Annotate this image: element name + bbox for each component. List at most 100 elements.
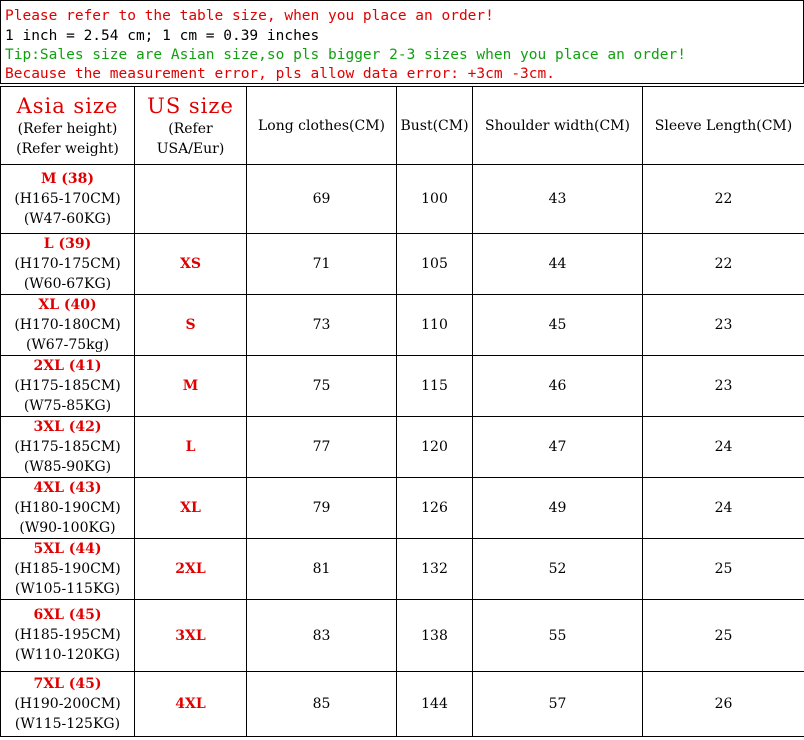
note-asian-size-tip: Tip:Sales size are Asian size,so pls big… [5,47,686,63]
long-clothes-cell: 75 [246,355,397,417]
asia-size-cell: 6XL (45) (H185-195CM) (W110-120KG) [0,599,135,672]
header-long-clothes: Long clothes(CM) [246,86,397,165]
refer-weight: (W90-100KG) [19,519,116,536]
asia-size-code: XL (40) [38,296,97,313]
refer-weight: (W85-90KG) [23,458,112,475]
refer-height: (H170-175CM) [14,255,121,272]
long-clothes-cell: 85 [246,671,397,737]
refer-height: (H165-170CM) [14,190,121,207]
bust-cell: 138 [396,599,473,672]
size-table: Asia size (Refer height) (Refer weight) … [0,86,804,737]
bust-cell: 105 [396,233,473,295]
note-unit-conversion: 1 inch = 2.54 cm; 1 cm = 0.39 inches [5,28,320,44]
bust-cell: 126 [396,477,473,539]
refer-weight: (W105-115KG) [14,580,121,597]
asia-size-cell: XL (40) (H170-180CM) (W67-75kg) [0,294,135,356]
bust-cell: 110 [396,294,473,356]
table-row: 4XL (43) (H180-190CM) (W90-100KG) XL 79 126 49… [0,477,804,539]
asia-size-cell: 7XL (45) (H190-200CM) (W115-125KG) [0,671,135,737]
note-measurement-error: Because the measurement error, pls allow… [5,66,555,82]
asia-size-code: 2XL (41) [33,357,102,374]
bust-cell: 115 [396,355,473,417]
asia-size-code: M (38) [40,170,95,187]
sleeve-length-cell: 23 [642,294,804,356]
us-size-title: US size [147,93,234,118]
refer-height: (H185-190CM) [14,560,121,577]
bust-cell: 100 [396,164,473,234]
bust-cell: 144 [396,671,473,737]
us-size-cell: 4XL [134,671,247,737]
sleeve-length-cell: 25 [642,538,804,600]
asia-size-cell: M (38) (H165-170CM) (W47-60KG) [0,164,135,234]
asia-size-cell: L (39) (H170-175CM) (W60-67KG) [0,233,135,295]
refer-weight: (W67-75kg) [25,336,110,353]
table-row: 7XL (45) (H190-200CM) (W115-125KG) 4XL 85 144… [0,671,804,737]
long-clothes-cell: 69 [246,164,397,234]
shoulder-width-cell: 52 [472,538,643,600]
us-size-cell: XL [134,477,247,539]
refer-height: (H175-185CM) [14,438,121,455]
shoulder-width-cell: 45 [472,294,643,356]
header-sleeve-length: Sleeve Length(CM) [642,86,804,165]
header-bust: Bust(CM) [396,86,473,165]
us-size-cell: M [134,355,247,417]
asia-size-code: 4XL (43) [33,479,102,496]
refer-height: (H185-195CM) [14,627,121,643]
refer-height: (H190-200CM) [14,695,121,712]
header-us-size: US size (Refer USA/Eur) [134,86,247,165]
bust-cell: 120 [396,416,473,478]
us-size-cell: 2XL [134,538,247,600]
long-clothes-cell: 79 [246,477,397,539]
us-size-cell: S [134,294,247,356]
sleeve-length-cell: 22 [642,164,804,234]
sleeve-length-cell: 24 [642,416,804,478]
refer-height: (H170-180CM) [14,316,121,333]
asia-size-code: 6XL (45) [33,607,102,623]
refer-weight: (W75-85KG) [23,397,112,414]
us-size-cell: L [134,416,247,478]
shoulder-width-cell: 57 [472,671,643,737]
notes-panel: Please refer to the table size, when you… [0,0,804,84]
table-row: 2XL (41) (H175-185CM) (W75-85KG) M 75 115 46 23 [0,355,804,417]
sleeve-length-cell: 24 [642,477,804,539]
table-row: XL (40) (H170-180CM) (W67-75kg) S 73 110 45 23 [0,294,804,356]
table-row: L (39) (H170-175CM) (W60-67KG) XS 71 105 44 22 [0,233,804,295]
long-clothes-cell: 81 [246,538,397,600]
refer-height: (H180-190CM) [14,499,121,516]
us-size-cell: 3XL [134,599,247,672]
refer-height: (H175-185CM) [14,377,121,394]
long-clothes-cell: 77 [246,416,397,478]
note-order-reference: Please refer to the table size, when you… [5,8,494,24]
refer-weight: (W115-125KG) [14,715,121,732]
header-asia-size: Asia size (Refer height) (Refer weight) [0,86,135,165]
sleeve-length-cell: 26 [642,671,804,737]
us-size-refer: (Refer [168,120,213,137]
sleeve-length-cell: 25 [642,599,804,672]
asia-size-code: 5XL (44) [33,540,102,557]
header-row: Asia size (Refer height) (Refer weight) … [0,86,804,165]
us-size-cell: XS [134,233,247,295]
us-size-cell [134,164,247,234]
shoulder-width-cell: 47 [472,416,643,478]
asia-size-code: L (39) [43,235,92,252]
asia-size-refer-weight: (Refer weight) [16,140,119,157]
asia-size-cell: 5XL (44) (H185-190CM) (W105-115KG) [0,538,135,600]
header-shoulder-width: Shoulder width(CM) [472,86,643,165]
shoulder-width-cell: 49 [472,477,643,539]
table-row: 6XL (45) (H185-195CM) (W110-120KG) 3XL 83 138… [0,599,804,672]
table-row: 3XL (42) (H175-185CM) (W85-90KG) L 77 120 47 24 [0,416,804,478]
long-clothes-cell: 83 [246,599,397,672]
asia-size-cell: 2XL (41) (H175-185CM) (W75-85KG) [0,355,135,417]
asia-size-code: 3XL (42) [33,418,102,435]
sleeve-length-cell: 23 [642,355,804,417]
long-clothes-cell: 71 [246,233,397,295]
refer-weight: (W47-60KG) [23,210,112,227]
asia-size-cell: 3XL (42) (H175-185CM) (W85-90KG) [0,416,135,478]
asia-size-code: 7XL (45) [33,675,102,692]
shoulder-width-cell: 43 [472,164,643,234]
asia-size-refer-height: (Refer height) [17,120,118,137]
long-clothes-cell: 73 [246,294,397,356]
sleeve-length-cell: 22 [642,233,804,295]
table-row: M (38) (H165-170CM) (W47-60KG) 69 100 43 22 [0,164,804,234]
refer-weight: (W110-120KG) [14,647,121,663]
